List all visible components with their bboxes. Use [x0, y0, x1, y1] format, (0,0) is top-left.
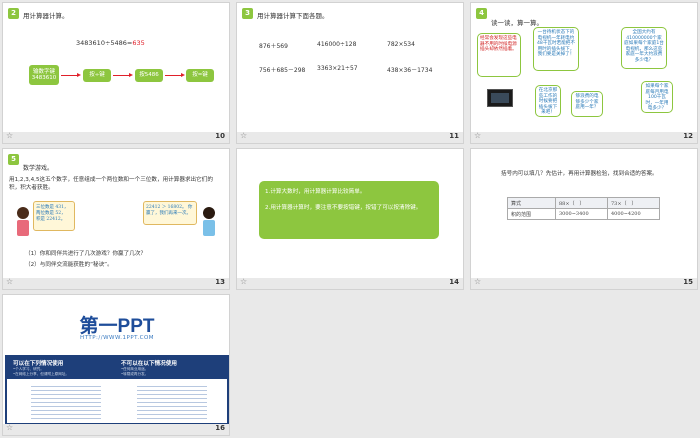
- step-box: 按5486: [135, 69, 163, 82]
- table-cell: 算式: [507, 197, 556, 209]
- info-panel: 可以在下列情况使用 •个人学习、研究。 •在网络上分享，但请附上原网址。 不可以…: [5, 355, 229, 425]
- card-right: 22412 ＞ 16802。 你 赢了，我们再来一次。: [143, 201, 197, 225]
- star-icon[interactable]: ☆: [6, 131, 13, 140]
- problem: 3363×21÷57: [317, 65, 358, 72]
- table-cell: 73×（ ）: [607, 197, 660, 209]
- equation-prefix: 3483610÷5486=: [76, 39, 133, 47]
- slide-thumbnail-13[interactable]: 5 数学游戏。 用1,2,3,4,5这五个数字，任意组成一个两位数和一个三位数，…: [2, 148, 230, 290]
- problem: 756＋685－298: [259, 67, 306, 74]
- slide-number: 15: [683, 278, 693, 286]
- table-cell: 积的范围: [507, 208, 556, 220]
- speech-bubble: 在北京那些工作的时候要把插头拔下来吧！: [535, 85, 561, 117]
- slide-badge: 5: [8, 154, 19, 165]
- card-line: 赢了，我们再来一次。: [146, 211, 191, 216]
- tv-icon: [487, 89, 513, 107]
- star-icon[interactable]: ☆: [474, 277, 481, 286]
- slide-title: 用计算器计算。: [23, 12, 69, 20]
- table-row: 算式 88×（ ） 73×（ ）: [507, 197, 660, 209]
- step-box: 输数字键 3483610: [29, 65, 59, 85]
- slide-thumbnail-10[interactable]: 2 用计算器计算。 3483610÷5486=635 输数字键 3483610 …: [2, 2, 230, 144]
- slide-badge: 3: [242, 8, 253, 19]
- logo-url: HTTP://WWW.1PPT.COM: [79, 335, 155, 341]
- cannot-title: 不可以在以下情况使用: [121, 361, 177, 367]
- star-icon[interactable]: ☆: [240, 131, 247, 140]
- table-row: 积的范围 3000~3400 4000~4200: [507, 208, 660, 220]
- boy-avatar: [203, 207, 215, 237]
- slide-footer: ☆ 11: [237, 131, 463, 143]
- speech-bubble: 全国大约有410000000个家庭如果每个家庭1台电视机，那么这些家庭一年大约浪…: [621, 27, 667, 69]
- table-cell: 88×（ ）: [555, 197, 608, 209]
- game-description: 用1,2,3,4,5这五个数字，任意组成一个两位数和一个三位数，用计算器求出它们…: [9, 177, 213, 192]
- slide-title: 读一读，算一算。: [491, 19, 543, 27]
- problem: 876＋569: [259, 43, 288, 50]
- slide-thumbnail-11[interactable]: 3 用计算器计算下面各题。 876＋569 416000÷128 782×534…: [236, 2, 464, 144]
- link-list-panel: [7, 379, 227, 423]
- slide-footer: ☆ 16: [3, 423, 229, 435]
- tip-line: 1.计算大数时，用计算器计算比较简单。: [265, 189, 366, 195]
- girl-avatar: [17, 207, 29, 237]
- speech-bubble: 一台待机状态下的电视机一年耗电约48千瓦时若能把不用时的插头拔下，我们要是关掉了…: [533, 27, 579, 71]
- card-left: 三位数是 431， 两位数是 52， 积是 22412。: [33, 201, 75, 231]
- slide-number: 13: [215, 278, 225, 286]
- slide-footer: ☆ 12: [471, 131, 697, 143]
- equation-answer: 635: [132, 39, 145, 47]
- star-icon[interactable]: ☆: [6, 277, 13, 286]
- star-icon[interactable]: ☆: [6, 423, 13, 432]
- tip-line: 2.用计算器计算时，要注意不要按错键，按错了可以按清除键。: [265, 205, 422, 211]
- problem: 782×534: [387, 41, 415, 48]
- slide-badge: 4: [476, 8, 487, 19]
- table-cell: 3000~3400: [555, 208, 608, 220]
- slide-number: 11: [449, 132, 459, 140]
- star-icon[interactable]: ☆: [240, 277, 247, 286]
- speech-bubble: 够浪费的电够多少个家庭用一年？: [571, 91, 603, 117]
- slide-title: 用计算器计算下面各题。: [257, 12, 329, 20]
- card-line: 积是 22412。: [36, 217, 66, 222]
- question-2: （2）与同伴交流能获胜的“秘诀”。: [25, 262, 113, 268]
- slide-title: 数学游戏。: [23, 165, 54, 172]
- slide-thumbnail-12[interactable]: 4 读一读，算一算。 经常会发现这些电器不用的时候电源插头却依然插着。 一台待机…: [470, 2, 698, 144]
- problem: 416000÷128: [317, 41, 357, 48]
- step-box: 按=键: [186, 69, 214, 82]
- link-list-right: [137, 383, 207, 419]
- slide-footer: ☆ 10: [3, 131, 229, 143]
- slide-thumbnail-14[interactable]: 1.计算大数时，用计算器计算比较简单。 2.用计算器计算时，要注意不要按错键，按…: [236, 148, 464, 290]
- table-cell: 4000~4200: [607, 208, 660, 220]
- slide-number: 10: [215, 132, 225, 140]
- arrow-icon: [165, 73, 185, 77]
- cannot-line: •转载或再分发。: [121, 372, 149, 376]
- slide-footer: ☆ 15: [471, 277, 697, 289]
- problem: 438×36－1734: [387, 67, 433, 74]
- star-icon[interactable]: ☆: [474, 131, 481, 140]
- slide-number: 16: [215, 424, 225, 432]
- slide-thumbnail-16[interactable]: 第一PPT HTTP://WWW.1PPT.COM 可以在下列情况使用 •个人学…: [2, 294, 230, 436]
- step-box: 按÷键: [83, 69, 111, 82]
- speech-bubble: 如果每个家庭每月用电100千瓦时，一年用电多少？: [641, 81, 673, 113]
- slide-footer: ☆ 13: [3, 277, 229, 289]
- slide-badge: 2: [8, 8, 19, 19]
- slide-number: 14: [449, 278, 459, 286]
- slide-number: 12: [683, 132, 693, 140]
- equation: 3483610÷5486=635: [76, 39, 145, 47]
- tips-box: 1.计算大数时，用计算器计算比较简单。 2.用计算器计算时，要注意不要按错键，按…: [259, 181, 439, 239]
- question-1: （1）你和同伴共进行了几次游戏？你赢了几次？: [25, 251, 147, 257]
- can-line: •在网络上分享，但请附上原网址。: [13, 372, 70, 376]
- link-list-left: [31, 383, 101, 419]
- slide-footer: ☆ 14: [237, 277, 463, 289]
- slide-thumbnail-15[interactable]: 括号内可以填几？先估计，再用计算器检验，找到合适的答案。 算式 88×（ ） 7…: [470, 148, 698, 290]
- logo-text: 第一PPT: [79, 316, 155, 337]
- estimate-table: 算式 88×（ ） 73×（ ） 积的范围 3000~3400 4000~420…: [507, 197, 660, 220]
- can-title: 可以在下列情况使用: [13, 361, 64, 367]
- arrow-icon: [61, 73, 81, 77]
- arrow-icon: [113, 73, 133, 77]
- slide-title: 括号内可以填几？先估计，再用计算器检验，找到合适的答案。: [501, 171, 658, 177]
- speech-bubble: 经常会发现这些电器不用的时候电源插头却依然插着。: [477, 33, 521, 77]
